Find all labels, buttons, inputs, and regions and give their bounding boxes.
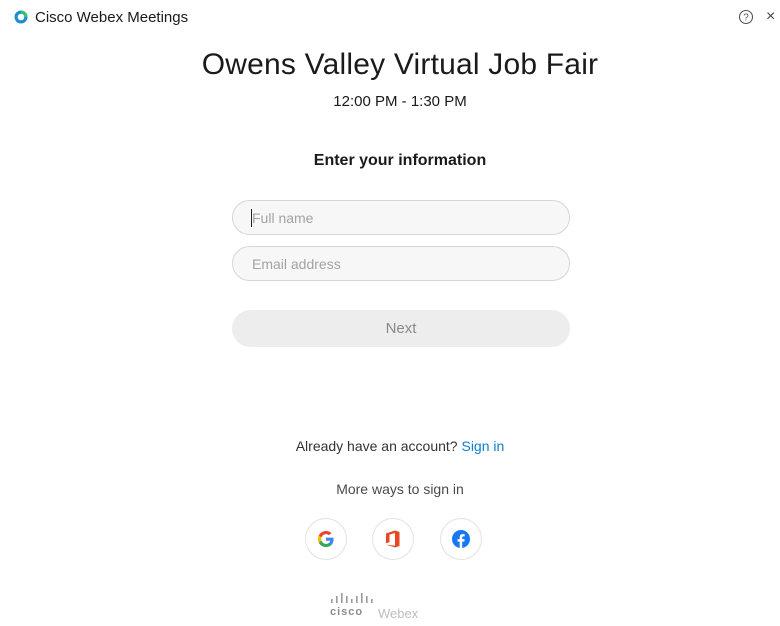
next-button[interactable]: Next bbox=[232, 310, 570, 347]
meeting-title: Owens Valley Virtual Job Fair bbox=[201, 48, 599, 81]
brand-webex-text: Webex bbox=[378, 606, 419, 621]
full-name-input[interactable] bbox=[232, 200, 570, 235]
cisco-webex-brand: cisco Webex bbox=[330, 593, 450, 621]
email-input[interactable] bbox=[232, 246, 570, 281]
sign-in-link[interactable]: Sign in bbox=[461, 438, 504, 454]
svg-text:?: ? bbox=[743, 13, 749, 24]
facebook-sign-in-button[interactable] bbox=[440, 518, 482, 560]
more-ways-label: More ways to sign in bbox=[336, 481, 464, 497]
account-prompt-line: Already have an account? Sign in bbox=[0, 438, 780, 454]
text-cursor bbox=[251, 209, 252, 227]
brand-cisco-text: cisco bbox=[330, 606, 364, 618]
facebook-icon bbox=[452, 530, 470, 548]
form-heading: Enter your information bbox=[313, 152, 487, 169]
office-sign-in-button[interactable] bbox=[372, 518, 414, 560]
google-sign-in-button[interactable] bbox=[305, 518, 347, 560]
app-title: Cisco Webex Meetings bbox=[35, 9, 189, 26]
office-icon bbox=[386, 530, 400, 548]
meeting-time: 12:00 PM - 1:30 PM bbox=[333, 93, 467, 110]
google-icon bbox=[318, 531, 334, 547]
cisco-bars-logo-icon bbox=[331, 593, 373, 603]
webex-logo-icon bbox=[14, 10, 28, 24]
close-icon[interactable]: × bbox=[766, 9, 780, 25]
title-bar: Cisco Webex Meetings ? × bbox=[0, 0, 780, 36]
account-prompt: Already have an account? bbox=[295, 438, 458, 454]
help-icon[interactable]: ? bbox=[738, 9, 754, 25]
